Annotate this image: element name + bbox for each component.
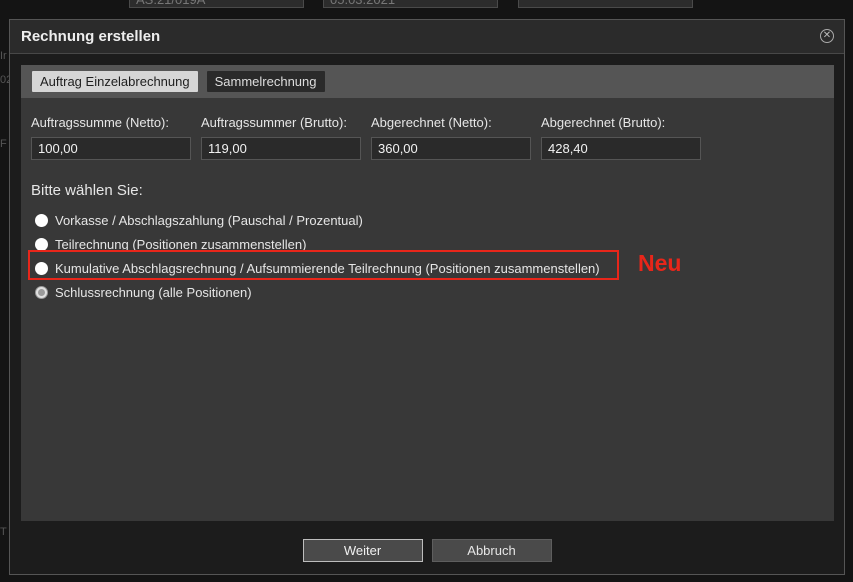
radio-button[interactable] <box>35 213 48 227</box>
invoice-dialog: Rechnung erstellen ✕ Auftrag Einzelabrec… <box>9 19 845 575</box>
billed-gross: Abgerechnet (Brutto): 428,40 <box>541 115 701 160</box>
order-sum-gross: Auftragssummer (Brutto): 119,00 <box>201 115 361 160</box>
selection-prompt: Bitte wählen Sie: <box>31 182 143 199</box>
dialog-content: Auftrag Einzelabrechnung Sammelrechnung … <box>21 65 834 521</box>
close-icon[interactable]: ✕ <box>820 29 834 43</box>
background-empty-field <box>518 0 693 8</box>
next-button[interactable]: Weiter <box>302 539 423 562</box>
background-order-field: AS:21/019A <box>129 0 304 8</box>
new-annotation-label: Neu <box>638 250 682 276</box>
radio-button[interactable] <box>35 237 48 251</box>
dialog-titlebar: Rechnung erstellen ✕ <box>10 20 844 54</box>
option-schlussrechnung[interactable]: Schlussrechnung (alle Positionen) <box>35 280 600 304</box>
sum-fields: Auftragssumme (Netto): 100,00 Auftragssu… <box>31 115 701 160</box>
billed-net: Abgerechnet (Netto): 360,00 <box>371 115 531 160</box>
option-vorkasse[interactable]: Vorkasse / Abschlagszahlung (Pauschal / … <box>35 208 600 232</box>
tab-auftrag-einzelabrechnung[interactable]: Auftrag Einzelabrechnung <box>32 71 198 92</box>
dialog-title: Rechnung erstellen <box>21 28 161 45</box>
cancel-button[interactable]: Abbruch <box>431 539 552 562</box>
tab-sammelrechnung[interactable]: Sammelrechnung <box>206 71 325 92</box>
billed-net-field[interactable]: 360,00 <box>371 137 531 160</box>
billed-gross-field[interactable]: 428,40 <box>541 137 701 160</box>
billed-net-label: Abgerechnet (Netto): <box>371 115 492 130</box>
order-sum-gross-field[interactable]: 119,00 <box>201 137 361 160</box>
radio-button-selected[interactable] <box>35 285 48 299</box>
order-sum-gross-label: Auftragssummer (Brutto): <box>201 115 347 130</box>
dialog-footer: Weiter Abbruch <box>10 539 844 562</box>
order-sum-net-field[interactable]: 100,00 <box>31 137 191 160</box>
option-label: Schlussrechnung (alle Positionen) <box>55 284 252 300</box>
new-option-highlight-box <box>28 250 619 280</box>
order-sum-net: Auftragssumme (Netto): 100,00 <box>31 115 191 160</box>
tab-bar: Auftrag Einzelabrechnung Sammelrechnung <box>21 65 834 98</box>
order-sum-net-label: Auftragssumme (Netto): <box>31 115 169 130</box>
billed-gross-label: Abgerechnet (Brutto): <box>541 115 666 130</box>
option-label: Vorkasse / Abschlagszahlung (Pauschal / … <box>55 212 363 228</box>
background-date-field: 05.03.2021 <box>323 0 498 8</box>
